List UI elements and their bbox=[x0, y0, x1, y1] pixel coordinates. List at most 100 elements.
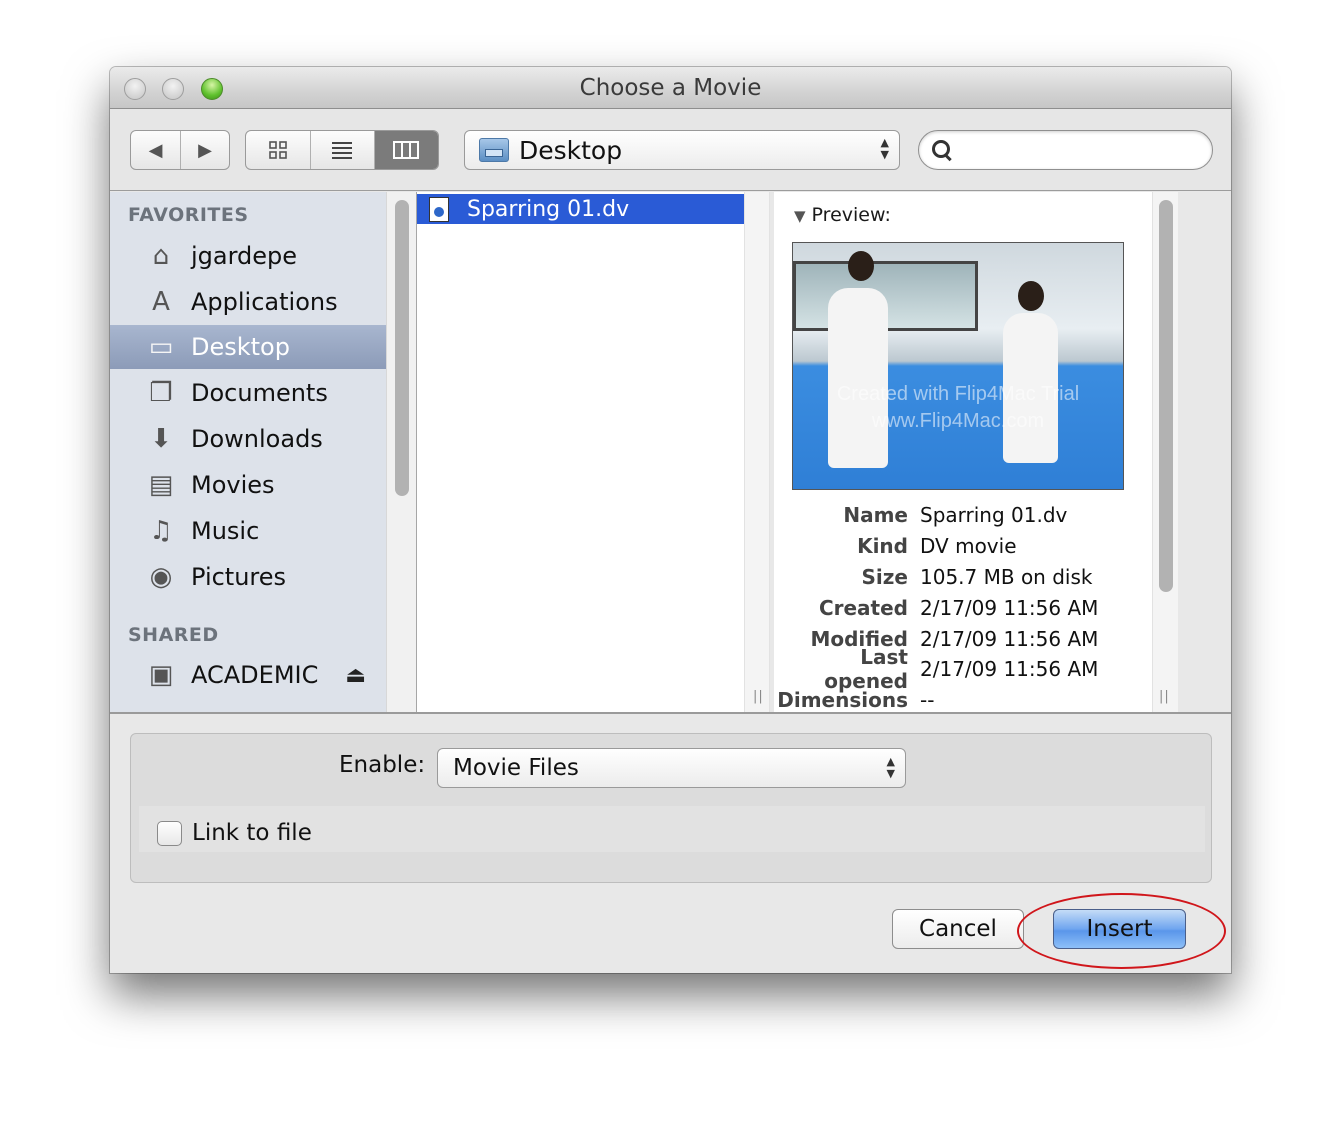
list-view-button[interactable] bbox=[309, 131, 374, 169]
insert-button[interactable]: Insert bbox=[1053, 909, 1186, 949]
info-key: Kind bbox=[857, 534, 908, 559]
preview-scroll-thumb[interactable] bbox=[1159, 200, 1173, 592]
sidebar-item-downloads[interactable]: ⬇ Downloads bbox=[110, 417, 386, 461]
sidebar-item-label: Music bbox=[191, 517, 260, 545]
info-value: DV movie bbox=[920, 534, 1017, 559]
file-row[interactable]: Sparring 01.dv bbox=[417, 194, 745, 224]
icon-view-button[interactable] bbox=[246, 131, 310, 169]
enable-value: Movie Files bbox=[453, 755, 579, 781]
sidebar-item-movies[interactable]: ▤ Movies bbox=[110, 463, 386, 507]
info-row-name: Name Sparring 01.dv bbox=[774, 500, 1152, 531]
file-column: Sparring 01.dv bbox=[416, 192, 750, 712]
back-forward-control: ◀ ▶ bbox=[130, 130, 230, 170]
cancel-button[interactable]: Cancel bbox=[892, 909, 1024, 949]
thumbnail-watermark: Created with Flip4Mac Trial www.Flip4Mac… bbox=[793, 381, 1123, 435]
enable-label: Enable: bbox=[339, 752, 426, 778]
info-row-size: Size 105.7 MB on disk bbox=[774, 562, 1152, 593]
eject-icon[interactable]: ⏏ bbox=[345, 663, 366, 688]
info-row-dimensions: Dimensions -- bbox=[774, 685, 1152, 712]
window-title: Choose a Movie bbox=[579, 75, 762, 101]
computer-icon: ▣ bbox=[148, 660, 174, 690]
music-icon: ♫ bbox=[149, 516, 173, 546]
search-input[interactable] bbox=[961, 139, 1201, 161]
forward-arrow-icon: ▶ bbox=[198, 139, 212, 161]
resize-grip-icon[interactable]: || bbox=[753, 689, 764, 704]
search-icon bbox=[931, 139, 953, 161]
disclosure-triangle-icon[interactable]: ▼ bbox=[794, 207, 806, 225]
thumbnail-figure-head bbox=[848, 251, 874, 281]
info-key: Last opened bbox=[824, 645, 908, 694]
choose-movie-dialog: Choose a Movie ◀ ▶ Desktop ▲ ▼ FAVORITES… bbox=[110, 67, 1231, 973]
location-label: Desktop bbox=[519, 135, 623, 165]
back-arrow-icon: ◀ bbox=[148, 139, 163, 161]
link-to-file-label: Link to file bbox=[192, 820, 312, 846]
column-resize-divider[interactable]: || bbox=[744, 192, 770, 712]
desktop-icon: ▭ bbox=[148, 332, 174, 362]
sidebar-item-label: Movies bbox=[191, 471, 275, 499]
sidebar-item-label: Downloads bbox=[191, 425, 323, 453]
options-panel: Enable: Movie Files ▲ ▼ Link to file bbox=[130, 733, 1212, 883]
downloads-icon: ⬇ bbox=[150, 424, 172, 454]
list-view-icon bbox=[332, 142, 353, 159]
folder-icon bbox=[479, 138, 509, 162]
link-to-file-option[interactable]: Link to file bbox=[157, 820, 312, 846]
sidebar-item-label: Applications bbox=[191, 288, 338, 316]
info-row-last-opened: Last opened 2/17/09 11:56 AM bbox=[774, 645, 1152, 693]
sidebar-item-documents[interactable]: ❐ Documents bbox=[110, 371, 386, 415]
file-info-list: Name Sparring 01.dv Kind DV movie Size 105.… bbox=[774, 500, 1152, 712]
movie-file-icon bbox=[429, 196, 449, 222]
resize-grip-icon[interactable]: || bbox=[1159, 689, 1170, 704]
back-button[interactable]: ◀ bbox=[131, 131, 180, 169]
popup-arrows-icon: ▲ ▼ bbox=[880, 136, 889, 161]
info-key: Dimensions bbox=[777, 688, 908, 712]
forward-button[interactable]: ▶ bbox=[179, 131, 229, 169]
documents-icon: ❐ bbox=[149, 378, 173, 408]
sidebar-item-jgardepe[interactable]: ⌂ jgardepe bbox=[110, 234, 386, 278]
link-to-file-checkbox[interactable] bbox=[157, 820, 182, 846]
sidebar-scrollbar[interactable] bbox=[386, 192, 416, 712]
favorites-header: FAVORITES bbox=[128, 204, 249, 226]
movies-icon: ▤ bbox=[148, 470, 174, 500]
applications-icon: A bbox=[152, 287, 170, 317]
sidebar-item-label: ACADEMIC bbox=[191, 661, 319, 689]
info-value: Sparring 01.dv bbox=[920, 503, 1068, 528]
icon-view-icon bbox=[269, 141, 287, 159]
sidebar-item-label: Documents bbox=[191, 379, 328, 407]
preview-scrollbar[interactable]: || bbox=[1152, 192, 1178, 712]
sidebar-item-label: jgardepe bbox=[191, 242, 298, 270]
info-key: Created bbox=[818, 595, 908, 620]
info-value: 105.7 MB on disk bbox=[920, 564, 1093, 589]
info-key: Size bbox=[861, 564, 908, 589]
sidebar-item-music[interactable]: ♫ Music bbox=[110, 509, 386, 553]
column-view-icon bbox=[393, 141, 420, 159]
sidebar-item-academic[interactable]: ▣ ACADEMIC ⏏ bbox=[110, 653, 386, 697]
popup-arrows-icon: ▲ ▼ bbox=[886, 755, 895, 780]
sidebar: FAVORITES ⌂ jgardepe A Applications ▭ De… bbox=[110, 192, 386, 712]
thumbnail-figure bbox=[828, 288, 888, 468]
watermark-line: www.Flip4Mac.com bbox=[871, 410, 1045, 432]
divider bbox=[110, 712, 1231, 714]
sidebar-item-label: Desktop bbox=[191, 333, 290, 361]
home-icon: ⌂ bbox=[152, 241, 170, 271]
toolbar: ◀ ▶ Desktop ▲ ▼ bbox=[110, 109, 1231, 191]
location-popup[interactable]: Desktop ▲ ▼ bbox=[464, 130, 900, 170]
info-value: -- bbox=[920, 688, 935, 712]
info-value: 2/17/09 11:56 AM bbox=[920, 595, 1099, 620]
column-view-button[interactable] bbox=[373, 131, 438, 169]
sidebar-item-desktop[interactable]: ▭ Desktop bbox=[110, 325, 386, 369]
info-value: 2/17/09 11:56 AM bbox=[920, 657, 1099, 682]
file-name: Sparring 01.dv bbox=[467, 196, 630, 222]
shared-header: SHARED bbox=[128, 624, 219, 646]
preview-label: Preview: bbox=[811, 204, 891, 226]
sidebar-item-pictures[interactable]: ◉ Pictures bbox=[110, 555, 386, 599]
info-key: Name bbox=[843, 503, 908, 528]
watermark-line: Created with Flip4Mac Trial bbox=[836, 383, 1080, 405]
pictures-icon: ◉ bbox=[149, 562, 173, 592]
title-bar: Choose a Movie bbox=[110, 67, 1231, 109]
info-value: 2/17/09 11:56 AM bbox=[920, 626, 1099, 651]
enable-popup[interactable]: Movie Files ▲ ▼ bbox=[437, 748, 906, 788]
sidebar-item-applications[interactable]: A Applications bbox=[110, 280, 386, 324]
preview-header[interactable]: ▼ Preview: bbox=[794, 204, 891, 226]
sidebar-scroll-thumb[interactable] bbox=[395, 200, 409, 496]
search-field[interactable] bbox=[918, 130, 1213, 170]
